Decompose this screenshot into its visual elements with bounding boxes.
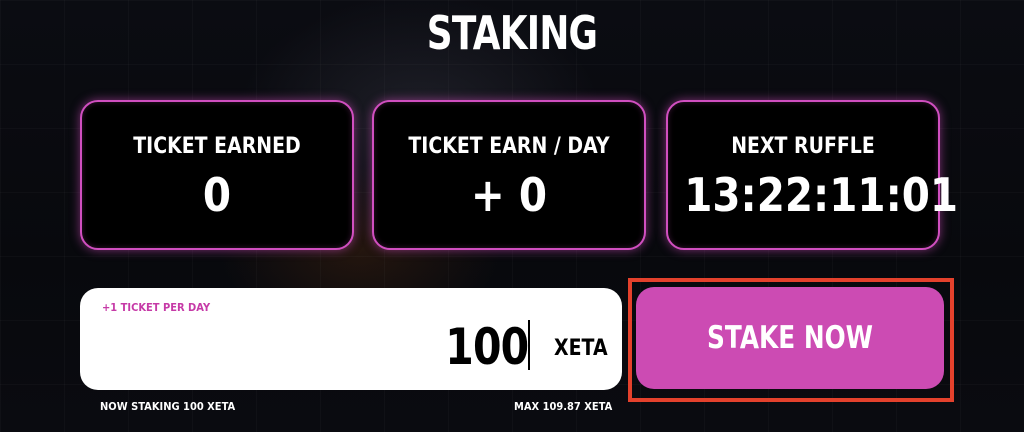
ticket-earned-card: TICKET EARNED 0	[80, 100, 354, 250]
ticket-earned-label: TICKET EARNED	[133, 134, 301, 159]
next-ruffle-countdown: 13:22:11:01	[684, 168, 959, 222]
now-staking-text: NOW STAKING 100 XETA	[100, 400, 236, 413]
stake-amount-value[interactable]: 100	[445, 318, 529, 376]
ticket-earn-per-day-value: + 0	[470, 168, 548, 222]
next-ruffle-label: NEXT RUFFLE	[731, 134, 875, 159]
next-ruffle-card: NEXT RUFFLE 13:22:11:01	[666, 100, 959, 250]
token-unit-label: XETA	[554, 336, 608, 361]
max-amount-text[interactable]: MAX 109.87 XETA	[514, 400, 612, 413]
stake-now-button[interactable]: STAKE NOW	[636, 287, 944, 389]
staking-page: STAKING TICKET EARNED 0 TICKET EARN / DA…	[0, 0, 1024, 432]
ticket-earn-per-day-label: TICKET EARN / DAY	[408, 134, 610, 159]
ticket-earn-per-day-card: TICKET EARN / DAY + 0	[372, 100, 646, 250]
page-title: STAKING	[426, 6, 598, 60]
stake-amount-field[interactable]: +1 TICKET PER DAY 100 XETA	[80, 288, 622, 390]
stake-now-label: STAKE NOW	[706, 320, 874, 356]
ticket-rate-hint: +1 TICKET PER DAY	[102, 301, 211, 314]
text-caret	[528, 320, 530, 370]
ticket-earned-value: 0	[202, 168, 232, 222]
